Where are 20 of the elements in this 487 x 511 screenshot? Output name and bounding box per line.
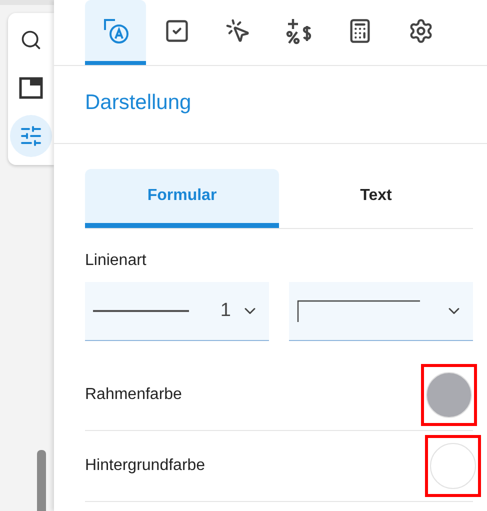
- line-sample-icon: [93, 310, 189, 312]
- scrollbar[interactable]: [37, 450, 46, 511]
- sliders-icon: [19, 124, 43, 148]
- field-label: Linienart: [85, 252, 148, 270]
- line-sample-icon: [297, 300, 421, 322]
- settings-icon: [408, 18, 434, 44]
- line-width-dropdown[interactable]: 1: [85, 282, 269, 341]
- window-icon: [19, 77, 43, 99]
- plus-percent-dollar-icon: [284, 16, 312, 44]
- color-swatch[interactable]: [430, 443, 476, 489]
- section-title: Darstellung: [54, 66, 487, 144]
- frame-letter-icon: [102, 16, 130, 44]
- row-label: Rahmenfarbe: [85, 386, 182, 404]
- tab[interactable]: Text: [279, 169, 473, 228]
- row-label: Hintergrundfarbe: [85, 457, 206, 475]
- click-icon: [224, 18, 250, 44]
- checkbox-icon: [164, 18, 190, 44]
- dropdown-value: 1: [220, 300, 231, 322]
- search-icon: [20, 29, 42, 51]
- color-swatch[interactable]: [426, 372, 472, 418]
